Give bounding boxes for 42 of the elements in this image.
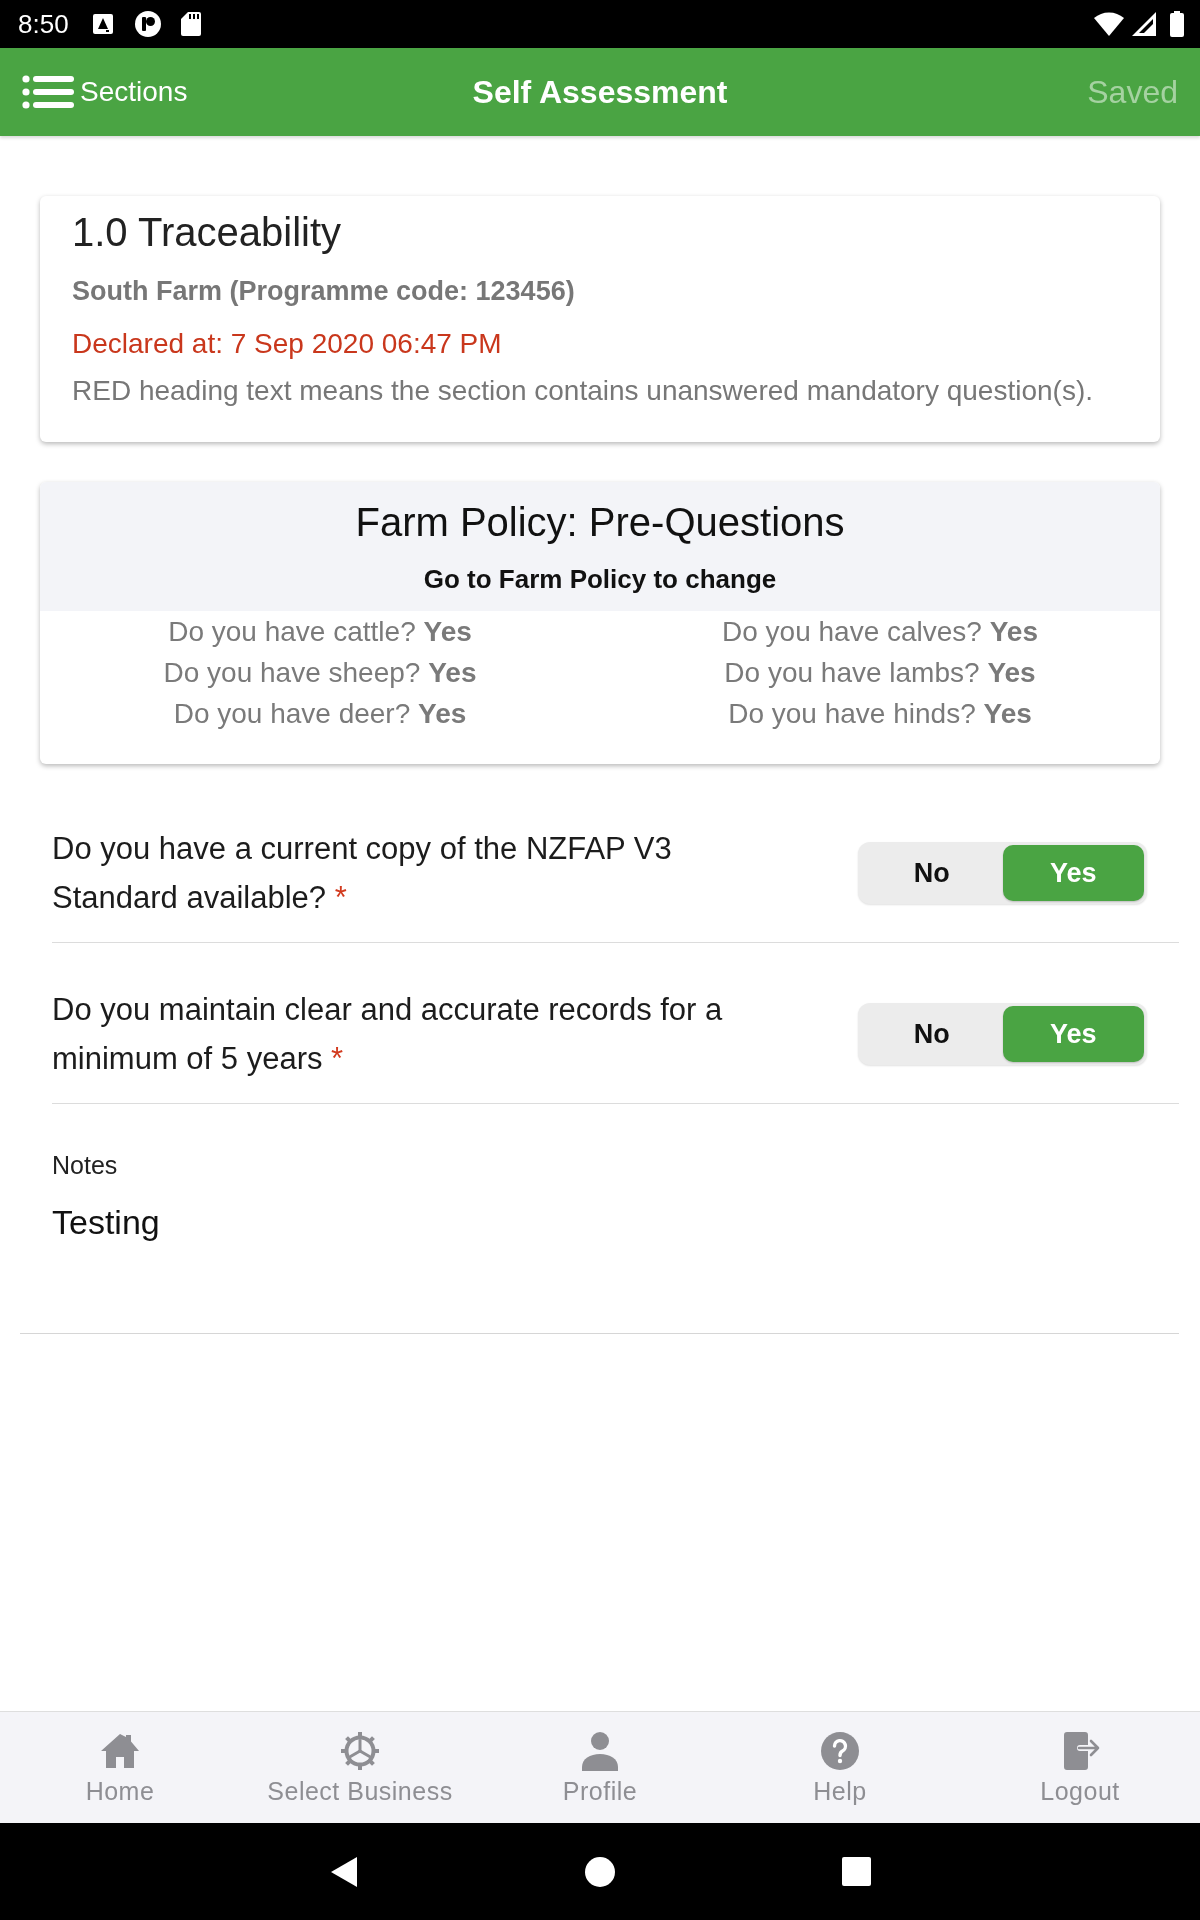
circle-app-icon <box>134 11 161 37</box>
question-text: Do you maintain clear and accurate records for a minimum of 5 years * <box>52 991 724 1078</box>
status-time: 8:50 <box>18 9 69 39</box>
battery-icon <box>1170 11 1184 37</box>
person-icon <box>580 1731 620 1771</box>
answer-option[interactable]: Yes <box>1002 1006 1144 1062</box>
nav-tab[interactable]: Home <box>0 1712 240 1823</box>
back-icon[interactable] <box>331 1856 357 1887</box>
pre-question-answer: Do you have sheep? Yes <box>163 656 477 690</box>
notes-field[interactable]: Testing <box>20 1180 1179 1334</box>
pre-questions-title: Farm Policy: Pre-Questions <box>355 500 845 544</box>
sections-button[interactable]: Sections <box>22 75 188 109</box>
nav-tab[interactable]: Select Business <box>240 1712 480 1823</box>
answer-option[interactable]: No <box>861 1006 1003 1062</box>
pre-question-answer: Do you have deer? Yes <box>173 697 467 731</box>
square-recents-icon[interactable] <box>841 1857 871 1886</box>
wifi-icon <box>1094 12 1124 36</box>
gear-icon <box>340 1731 380 1771</box>
square-app-icon <box>92 14 113 34</box>
section-note: RED heading text means the section contains unanswered mandatory question(s). <box>72 374 1094 408</box>
farm-policy-link[interactable]: Go to Farm Policy to change <box>423 561 777 597</box>
farm-name: South Farm (Programme code: 123456) <box>72 275 576 308</box>
answer-option[interactable]: Yes <box>1002 845 1144 901</box>
sd-card-icon <box>180 12 201 36</box>
notes-label: Notes <box>52 1150 119 1180</box>
answer-option[interactable]: No <box>861 845 1003 901</box>
nav-tab[interactable]: Help <box>720 1712 960 1823</box>
nav-tab[interactable]: Logout <box>960 1712 1200 1823</box>
pre-question-answer: Do you have lambs? Yes <box>724 656 1036 690</box>
nav-tab[interactable]: Profile <box>480 1712 720 1823</box>
screen-title: Self Assessment <box>472 73 728 111</box>
question-text: Do you have a current copy of the NZFAP V3 Standard available? * <box>52 830 673 917</box>
circle-home-icon[interactable] <box>585 1856 615 1887</box>
home-icon <box>100 1731 140 1771</box>
section-title: 1.0 Traceability <box>72 210 343 254</box>
pre-question-answer: Do you have cattle? Yes <box>168 615 472 649</box>
declared-date: Declared at: 7 Sep 2020 06:47 PM <box>72 327 503 361</box>
help-icon <box>820 1731 860 1771</box>
pre-question-answer: Do you have hinds? Yes <box>728 697 1032 731</box>
list-icon <box>22 75 74 109</box>
signal-icon <box>1132 12 1156 36</box>
pre-question-answer: Do you have calves? Yes <box>722 615 1038 649</box>
